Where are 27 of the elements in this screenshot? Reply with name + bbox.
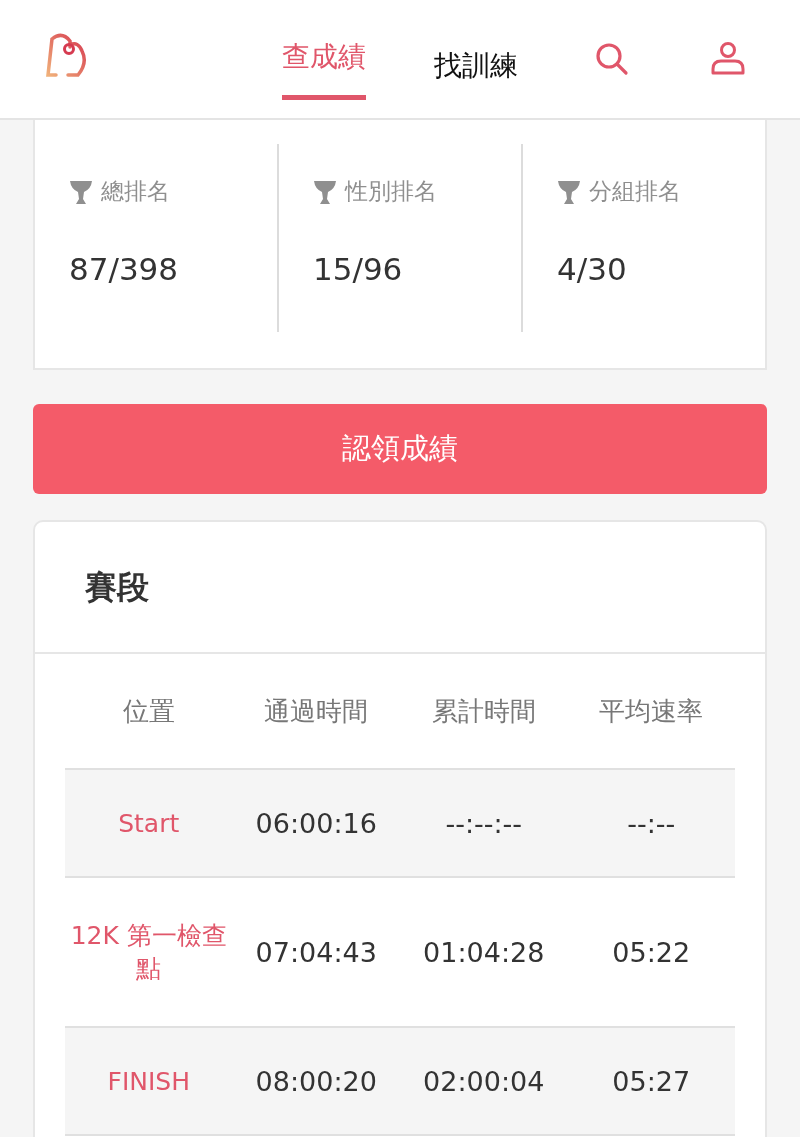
ranking-value: 15/96 — [313, 251, 404, 287]
section-title: 賽段 — [84, 567, 150, 608]
table-cell: 05:22 — [612, 936, 691, 968]
table-cell: 05:27 — [612, 1065, 691, 1097]
table-cell: --:-- — [627, 807, 676, 839]
table-cell: 01:04:28 — [423, 936, 545, 968]
table-cell: 02:00:04 — [423, 1065, 545, 1097]
nav-tab[interactable]: 查成績 — [282, 0, 366, 100]
ranking-label: 性別排名 — [345, 177, 437, 206]
search-icon[interactable] — [594, 41, 630, 77]
nav-tab[interactable]: 找訓練 — [434, 0, 518, 118]
trophy-icon — [313, 178, 337, 205]
location-cell: FINISH — [107, 1066, 190, 1096]
table-cell: 08:00:20 — [255, 1065, 377, 1097]
ranking-label: 總排名 — [101, 177, 170, 206]
ranking-value: 87/398 — [69, 251, 180, 287]
ranking-value: 4/30 — [557, 251, 628, 287]
ranking-label: 分組排名 — [589, 177, 681, 206]
table-cell: 07:04:43 — [255, 936, 377, 968]
trophy-icon — [557, 178, 581, 205]
table-cell: --:--:-- — [445, 807, 523, 839]
location-cell: Start — [118, 808, 180, 838]
claim-results-button[interactable]: 認領成績 — [33, 404, 767, 494]
table-cell: 06:00:16 — [255, 807, 377, 839]
location-cell-text: 12K 第一檢查點 — [69, 920, 228, 985]
user-icon[interactable] — [710, 41, 746, 77]
trophy-icon — [69, 178, 93, 205]
